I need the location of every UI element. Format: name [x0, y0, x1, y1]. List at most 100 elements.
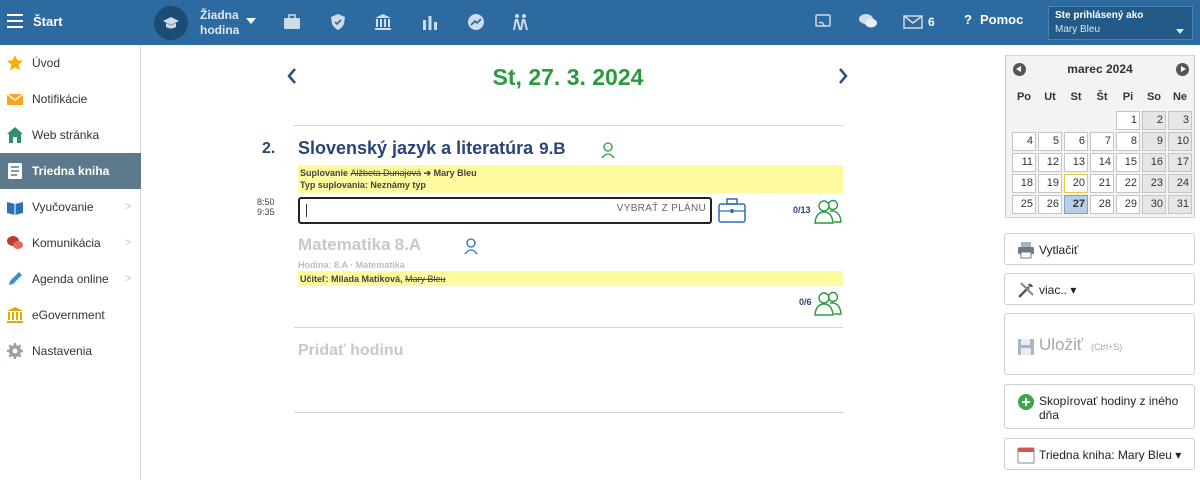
logged-user-name: Mary Bleu	[1055, 24, 1101, 35]
calendar-day[interactable]: 2	[1142, 111, 1166, 130]
lesson-number: 2.	[262, 140, 276, 157]
sidebar-item-uvod[interactable]: Úvod	[0, 45, 141, 81]
students-icon[interactable]	[813, 290, 843, 316]
sidebar-item-web-stranka[interactable]: Web stránka	[0, 117, 141, 153]
calendar-day[interactable]: 17	[1168, 153, 1192, 172]
chat-icon[interactable]	[858, 12, 878, 30]
calendar-day[interactable]: 24	[1168, 174, 1192, 193]
calendar-day[interactable]: 15	[1116, 153, 1140, 172]
calendar-day[interactable]: 5	[1038, 132, 1062, 151]
lesson-class: 9.B	[539, 139, 566, 158]
calendar-day[interactable]: 31	[1168, 195, 1192, 214]
text-cursor	[306, 204, 307, 217]
calendar-day[interactable]: 30	[1142, 195, 1166, 214]
sidebar: Úvod Notifikácie Web stránka Triedna kni…	[0, 45, 141, 480]
calendar-day[interactable]: 20	[1064, 174, 1088, 193]
calendar-day[interactable]: 19	[1038, 174, 1062, 193]
calendar-day[interactable]: 6	[1064, 132, 1088, 151]
tools-icon	[1018, 282, 1034, 298]
save-button[interactable]: Uložiť (Ctrl+S)	[1004, 313, 1195, 375]
calendar-day[interactable]: 18	[1012, 174, 1036, 193]
hamburger-icon[interactable]	[7, 14, 23, 28]
sidebar-item-vyucovanie[interactable]: Vyučovanie >	[0, 189, 141, 225]
calendar-weekday: Po	[1016, 91, 1032, 103]
teacher-icon[interactable]	[463, 237, 479, 255]
copy-lessons-label: Skopírovať hodiny z iného dňa	[1039, 394, 1179, 422]
lesson-title[interactable]: Matematika 8.A	[298, 235, 421, 255]
choose-from-plan-button[interactable]: VYBRAŤ Z PLÁNU	[617, 203, 706, 214]
calendar-day[interactable]: 3	[1168, 111, 1192, 130]
calendar-day[interactable]: 16	[1142, 153, 1166, 172]
trend-icon[interactable]	[466, 12, 486, 32]
briefcase-icon[interactable]	[282, 12, 302, 32]
add-lesson-button[interactable]: Pridať hodinu	[298, 342, 403, 360]
sidebar-item-komunikacia[interactable]: Komunikácia >	[0, 225, 141, 261]
chevron-down-icon[interactable]	[246, 18, 256, 24]
substitution-label: Suplovanie	[300, 168, 349, 178]
lesson-selector[interactable]: Žiadna hodina	[200, 8, 239, 38]
calendar-day[interactable]: 11	[1012, 153, 1036, 172]
sidebar-item-nastavenia[interactable]: Nastavenia	[0, 333, 141, 369]
chevron-down-icon[interactable]	[1176, 29, 1184, 34]
shield-icon[interactable]	[328, 12, 348, 32]
calendar-day[interactable]: 28	[1090, 195, 1114, 214]
print-button[interactable]: Vytlačiť	[1004, 233, 1195, 265]
calendar-day[interactable]: 21	[1090, 174, 1114, 193]
user-menu[interactable]: Ste prihlásený ako Mary Bleu	[1048, 6, 1193, 40]
pencil-icon	[9, 272, 22, 285]
walking-people-icon[interactable]	[510, 12, 530, 32]
calendar-day[interactable]: 26	[1038, 195, 1062, 214]
previous-day-button[interactable]	[286, 66, 298, 92]
calendar-day[interactable]: 13	[1064, 153, 1088, 172]
briefcase-icon[interactable]	[717, 197, 747, 224]
more-button[interactable]: viac.. ▾	[1004, 273, 1195, 305]
start-menu-button[interactable]: Štart	[0, 0, 140, 45]
bar-chart-icon[interactable]	[420, 12, 440, 32]
calendar-day[interactable]: 22	[1116, 174, 1140, 193]
chevron-left-icon[interactable]	[286, 66, 298, 86]
sidebar-item-triedna-kniha[interactable]: Triedna kniha	[0, 153, 141, 189]
calendar-weekday: Št	[1096, 91, 1108, 103]
calendar-day[interactable]: 25	[1012, 195, 1036, 214]
chevron-right-icon[interactable]	[837, 66, 849, 86]
institution-icon	[7, 307, 23, 323]
institution-icon[interactable]	[373, 12, 393, 32]
cast-icon[interactable]	[814, 12, 832, 30]
copy-lessons-button[interactable]: Skopírovať hodiny z iného dňa	[1004, 384, 1195, 429]
sidebar-item-agenda-online[interactable]: Agenda online >	[0, 261, 141, 297]
logged-as-label: Ste prihlásený ako	[1055, 10, 1144, 21]
copy-icon	[1018, 394, 1034, 410]
notebook-icon	[8, 163, 22, 179]
calendar-day[interactable]: 12	[1038, 153, 1062, 172]
help-button[interactable]: ? Pomoc	[964, 12, 1023, 27]
calendar-day[interactable]: 7	[1090, 132, 1114, 151]
sidebar-item-notifikacie[interactable]: Notifikácie	[0, 81, 141, 117]
calendar-day[interactable]: 4	[1012, 132, 1036, 151]
students-icon[interactable]	[813, 198, 843, 224]
substitution-original-teacher: Alžbeta Dunajová	[350, 168, 422, 178]
substitution-type-label: Typ suplovania:	[300, 180, 368, 190]
attendance-count[interactable]: 0/13	[793, 205, 811, 215]
sidebar-item-egovernment[interactable]: eGovernment	[0, 297, 141, 333]
classbook-selector[interactable]: Triedna kniha: Mary Bleu ▾	[1004, 438, 1195, 470]
lesson-time-end: 9:35	[257, 207, 275, 217]
lesson-title[interactable]: Slovenský jazyk a literatúra 9.B	[298, 138, 566, 159]
graduation-cap-icon[interactable]	[154, 6, 188, 40]
divider	[294, 412, 843, 413]
calendar-day[interactable]: 9	[1142, 132, 1166, 151]
envelope-icon[interactable]	[903, 15, 923, 29]
attendance-count[interactable]: 0/6	[799, 297, 812, 307]
next-month-button[interactable]	[1176, 63, 1189, 76]
calendar-day[interactable]: 8	[1116, 132, 1140, 151]
calendar-day[interactable]: 10	[1168, 132, 1192, 151]
lesson-subject: Slovenský jazyk a literatúra	[298, 138, 534, 158]
calendar-day[interactable]: 27	[1064, 195, 1088, 214]
calendar-day[interactable]: 29	[1116, 195, 1140, 214]
calendar-day[interactable]: 14	[1090, 153, 1114, 172]
next-day-button[interactable]	[837, 66, 849, 92]
messages-count[interactable]: 6	[928, 15, 935, 29]
lesson-topic-input[interactable]: VYBRAŤ Z PLÁNU	[298, 197, 712, 224]
teacher-icon[interactable]	[600, 141, 616, 159]
calendar-day[interactable]: 23	[1142, 174, 1166, 193]
calendar-day[interactable]: 1	[1116, 111, 1140, 130]
